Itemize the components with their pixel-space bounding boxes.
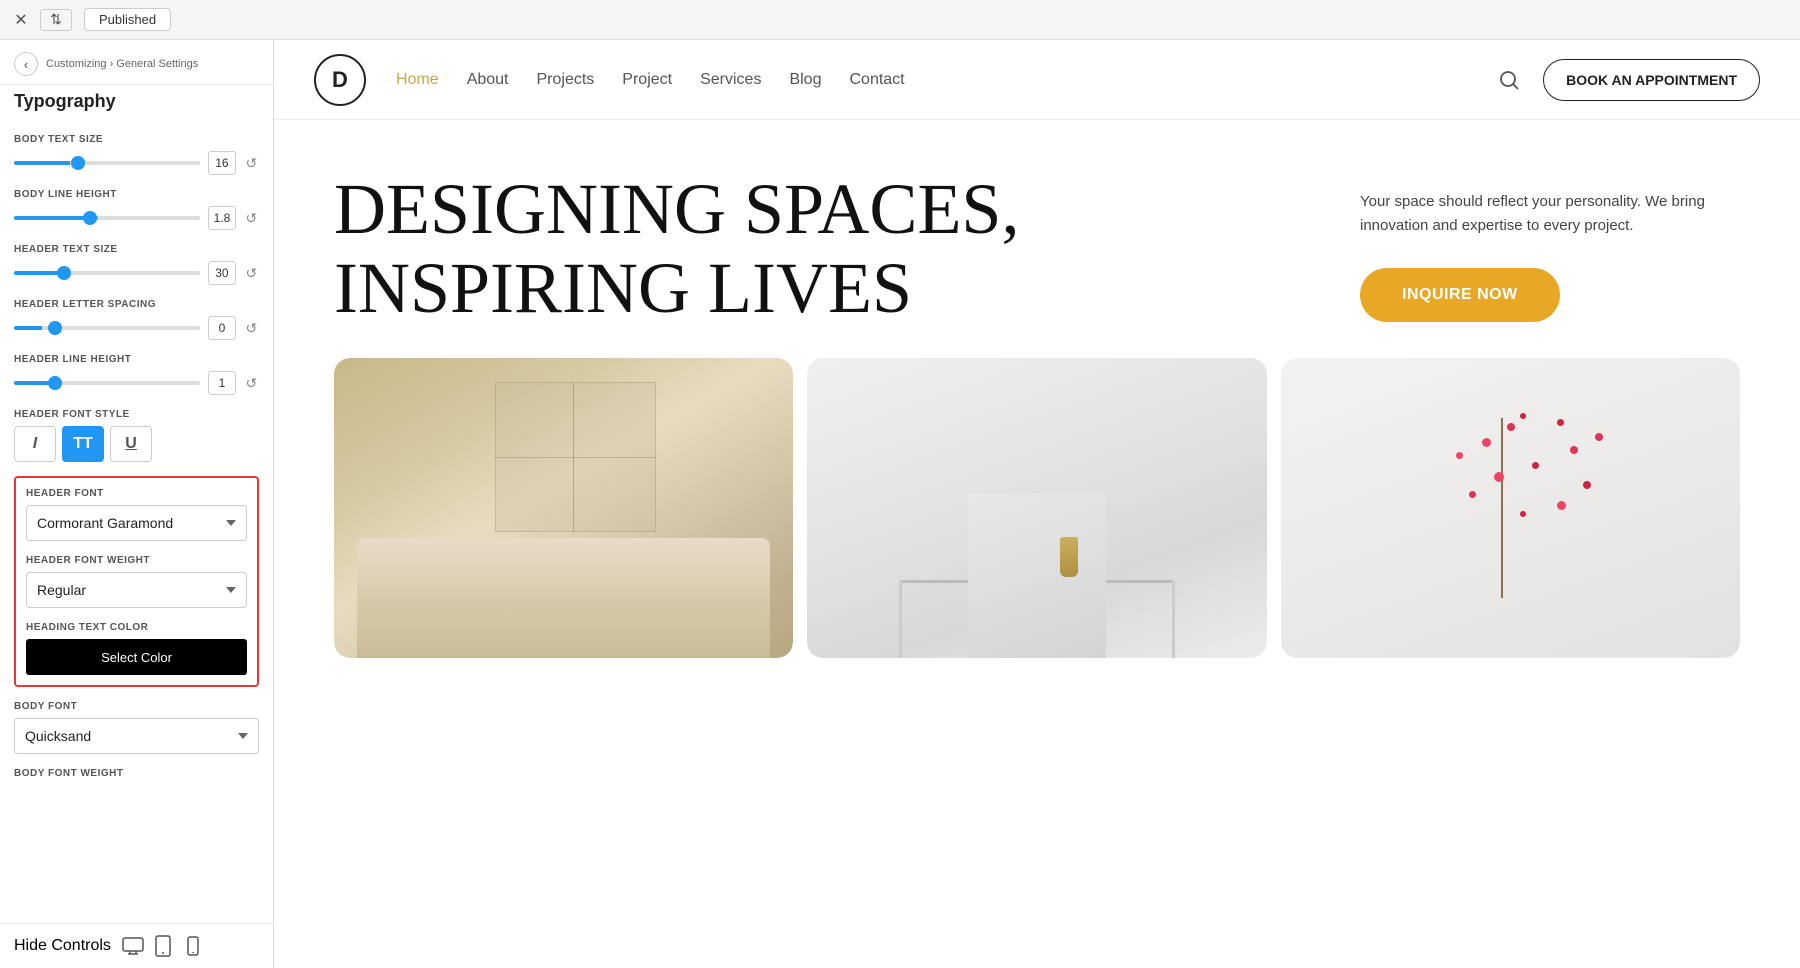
header-line-height-control: HEADER LINE HEIGHT 1 ↺ <box>14 354 259 395</box>
nav-link-about[interactable]: About <box>467 71 509 89</box>
nav-link-services[interactable]: Services <box>700 71 761 89</box>
header-text-size-row: 30 ↺ <box>14 261 259 285</box>
panel-content: BODY TEXT SIZE 16 ↺ BODY LINE HEIGHT 1.8… <box>0 122 273 923</box>
nav-link-project[interactable]: Project <box>622 71 672 89</box>
body-line-height-reset[interactable]: ↺ <box>244 208 259 228</box>
header-text-size-reset[interactable]: ↺ <box>244 263 259 283</box>
header-letter-spacing-slider[interactable] <box>14 326 200 330</box>
header-font-weight-control: HEADER FONT WEIGHT Regular Bold Light Me… <box>26 555 247 608</box>
back-button[interactable]: ‹ <box>14 52 38 76</box>
header-line-height-row: 1 ↺ <box>14 371 259 395</box>
select-color-button[interactable]: Select Color <box>26 639 247 675</box>
panel-title: Typography <box>0 85 273 122</box>
hero-section: DESIGNING SPACES, INSPIRING LIVES Your s… <box>274 120 1800 358</box>
nav-link-projects[interactable]: Projects <box>537 71 595 89</box>
body-line-height-label: BODY LINE HEIGHT <box>14 189 259 200</box>
body-line-height-slider[interactable] <box>14 216 200 220</box>
hero-title-line1: DESIGNING SPACES, <box>334 170 1034 249</box>
header-text-size-label: HEADER TEXT SIZE <box>14 244 259 255</box>
header-line-height-slider[interactable] <box>14 381 200 385</box>
left-panel: ‹ Customizing › General Settings Typogra… <box>0 40 274 968</box>
header-letter-spacing-control: HEADER LETTER SPACING 0 ↺ <box>14 299 259 340</box>
hero-left: DESIGNING SPACES, INSPIRING LIVES <box>334 170 1360 328</box>
published-badge: Published <box>84 8 171 31</box>
back-icon: ‹ <box>24 57 28 72</box>
body-font-select[interactable]: Quicksand Arial Helvetica Open Sans <box>14 718 259 754</box>
mobile-view-button[interactable] <box>181 934 205 958</box>
header-text-size-slider[interactable] <box>14 271 200 275</box>
body-line-height-value: 1.8 <box>208 206 236 230</box>
main-layout: ‹ Customizing › General Settings Typogra… <box>0 40 1800 968</box>
panel-header: ‹ Customizing › General Settings <box>0 40 273 85</box>
header-font-weight-label: HEADER FONT WEIGHT <box>26 555 247 566</box>
header-letter-spacing-reset[interactable]: ↺ <box>244 318 259 338</box>
header-text-size-value: 30 <box>208 261 236 285</box>
body-text-size-row: 16 ↺ <box>14 151 259 175</box>
chair-image-card <box>807 358 1266 658</box>
header-line-height-reset[interactable]: ↺ <box>244 373 259 393</box>
body-line-height-row: 1.8 ↺ <box>14 206 259 230</box>
underline-button[interactable]: U <box>110 426 152 462</box>
header-font-style-control: HEADER FONT STYLE I TT U <box>14 409 259 462</box>
heading-text-color-control: HEADING TEXT COLOR Select Color <box>26 622 247 675</box>
inquire-now-button[interactable]: INQUIRE NOW <box>1360 268 1560 322</box>
content-area: D Home About Projects Project Services B… <box>274 40 1800 968</box>
desktop-view-button[interactable] <box>121 934 145 958</box>
font-style-row: I TT U <box>14 426 259 462</box>
hero-right: Your space should reflect your personali… <box>1360 170 1740 328</box>
nav-link-home[interactable]: Home <box>396 71 439 89</box>
close-button[interactable]: ✕ <box>10 9 32 31</box>
italic-button[interactable]: I <box>14 426 56 462</box>
undo-redo-button[interactable]: ⇅ <box>40 9 72 31</box>
body-font-label: BODY FONT <box>14 701 259 712</box>
book-appointment-button[interactable]: BOOK AN APPOINTMENT <box>1543 59 1760 101</box>
header-font-label: HEADER FONT <box>26 488 247 499</box>
tablet-view-button[interactable] <box>151 934 175 958</box>
nav-links: Home About Projects Project Services Blo… <box>396 71 1495 89</box>
sofa-image-card <box>334 358 793 658</box>
header-line-height-value: 1 <box>208 371 236 395</box>
hero-title-line2: INSPIRING LIVES <box>334 249 1034 328</box>
search-icon[interactable] <box>1495 66 1523 94</box>
body-text-size-reset[interactable]: ↺ <box>244 153 259 173</box>
hero-title: DESIGNING SPACES, INSPIRING LIVES <box>334 170 1034 328</box>
nav-link-blog[interactable]: Blog <box>789 71 821 89</box>
hide-controls-label: Hide Controls <box>14 937 111 955</box>
panel-bottom: Hide Controls <box>0 923 273 968</box>
body-font-weight-control: BODY FONT WEIGHT <box>14 768 259 779</box>
body-text-size-label: BODY TEXT SIZE <box>14 134 259 145</box>
header-font-section: HEADER FONT Cormorant Garamond Playfair … <box>14 476 259 687</box>
header-font-style-label: HEADER FONT STYLE <box>14 409 259 420</box>
arrows-icon: ⇅ <box>50 11 62 28</box>
header-letter-spacing-value: 0 <box>208 316 236 340</box>
heading-text-color-label: HEADING TEXT COLOR <box>26 622 247 633</box>
close-icon: ✕ <box>14 10 27 30</box>
preview-nav: D Home About Projects Project Services B… <box>274 40 1800 120</box>
header-line-height-label: HEADER LINE HEIGHT <box>14 354 259 365</box>
nav-logo: D <box>314 54 366 106</box>
nav-link-contact[interactable]: Contact <box>849 71 904 89</box>
view-icons <box>121 934 205 958</box>
website-preview: D Home About Projects Project Services B… <box>274 40 1800 968</box>
header-letter-spacing-label: HEADER LETTER SPACING <box>14 299 259 310</box>
breadcrumb: Customizing › General Settings <box>46 58 198 70</box>
header-font-weight-select[interactable]: Regular Bold Light Medium <box>26 572 247 608</box>
body-text-size-slider[interactable] <box>14 161 200 165</box>
header-font-select[interactable]: Cormorant Garamond Playfair Display Geor… <box>26 505 247 541</box>
body-text-size-control: BODY TEXT SIZE 16 ↺ <box>14 134 259 175</box>
body-line-height-control: BODY LINE HEIGHT 1.8 ↺ <box>14 189 259 230</box>
image-grid <box>274 358 1800 678</box>
body-font-control: BODY FONT Quicksand Arial Helvetica Open… <box>14 701 259 754</box>
header-letter-spacing-row: 0 ↺ <box>14 316 259 340</box>
hero-description: Your space should reflect your personali… <box>1360 190 1740 238</box>
floral-image-card <box>1281 358 1740 658</box>
body-font-weight-label: BODY FONT WEIGHT <box>14 768 259 779</box>
top-bar: ✕ ⇅ Published <box>0 0 1800 40</box>
bold-button[interactable]: TT <box>62 426 104 462</box>
header-text-size-control: HEADER TEXT SIZE 30 ↺ <box>14 244 259 285</box>
body-text-size-value: 16 <box>208 151 236 175</box>
header-font-control: HEADER FONT Cormorant Garamond Playfair … <box>26 488 247 541</box>
